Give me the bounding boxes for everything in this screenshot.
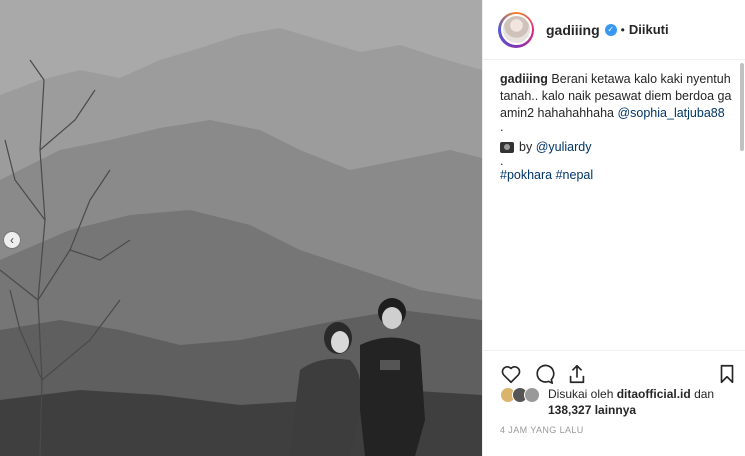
avatar	[524, 387, 540, 403]
caption-separator-2: .	[500, 154, 504, 168]
caption-scrollbar[interactable]	[740, 63, 744, 151]
post-caption: gadiiing Berani ketawa kalo kaki nyentuh…	[500, 71, 735, 184]
top-liker-link[interactable]: ditaofficial.id	[617, 387, 691, 401]
hashtag-link[interactable]: #pokhara	[500, 168, 552, 182]
comment-icon[interactable]	[533, 363, 555, 385]
verified-badge-icon: ✓	[604, 23, 617, 36]
credit-mention-link[interactable]: @yuliardy	[536, 139, 592, 156]
bookmark-icon[interactable]	[716, 363, 738, 385]
likes-conjunction: dan	[694, 387, 715, 401]
follow-button[interactable]: Diikuti	[629, 22, 669, 37]
credit-prefix: by	[519, 140, 533, 154]
caption-separator: .	[500, 120, 504, 134]
share-icon[interactable]	[566, 363, 588, 385]
caption-username[interactable]: gadiiing	[500, 72, 548, 86]
likes-text: Disukai oleh ditaofficial.id dan 138,327…	[542, 386, 714, 418]
post-header: gadiiing ✓ • Diikuti	[483, 0, 745, 60]
hashtag-link[interactable]: #nepal	[556, 168, 594, 182]
username-link[interactable]: gadiiing	[546, 22, 600, 38]
likes-summary: Disukai oleh ditaofficial.id dan 138,327…	[500, 386, 735, 418]
camera-icon	[500, 142, 514, 153]
heart-icon[interactable]	[500, 363, 522, 385]
caption-mention-link[interactable]: @sophia_latjuba88	[617, 106, 724, 120]
hashtag-row: #pokhara #nepal	[500, 167, 735, 184]
post-photo[interactable]: ‹	[0, 0, 482, 456]
post-sidebar: gadiiing ✓ • Diikuti gadiiing Berani ket…	[482, 0, 745, 456]
avatar[interactable]	[498, 11, 534, 48]
photo-credit: by @yuliardy	[500, 139, 735, 156]
avatar-image	[500, 14, 532, 45]
likes-prefix: Disukai oleh	[548, 387, 614, 401]
liker-avatars	[500, 387, 540, 403]
photo-illustration	[0, 0, 482, 456]
likes-count-link[interactable]: 138,327 lainnya	[548, 403, 636, 417]
chevron-left-icon[interactable]: ‹	[3, 231, 21, 249]
separator-dot: •	[620, 22, 625, 37]
post-timestamp[interactable]: 4 JAM YANG LALU	[500, 425, 584, 435]
